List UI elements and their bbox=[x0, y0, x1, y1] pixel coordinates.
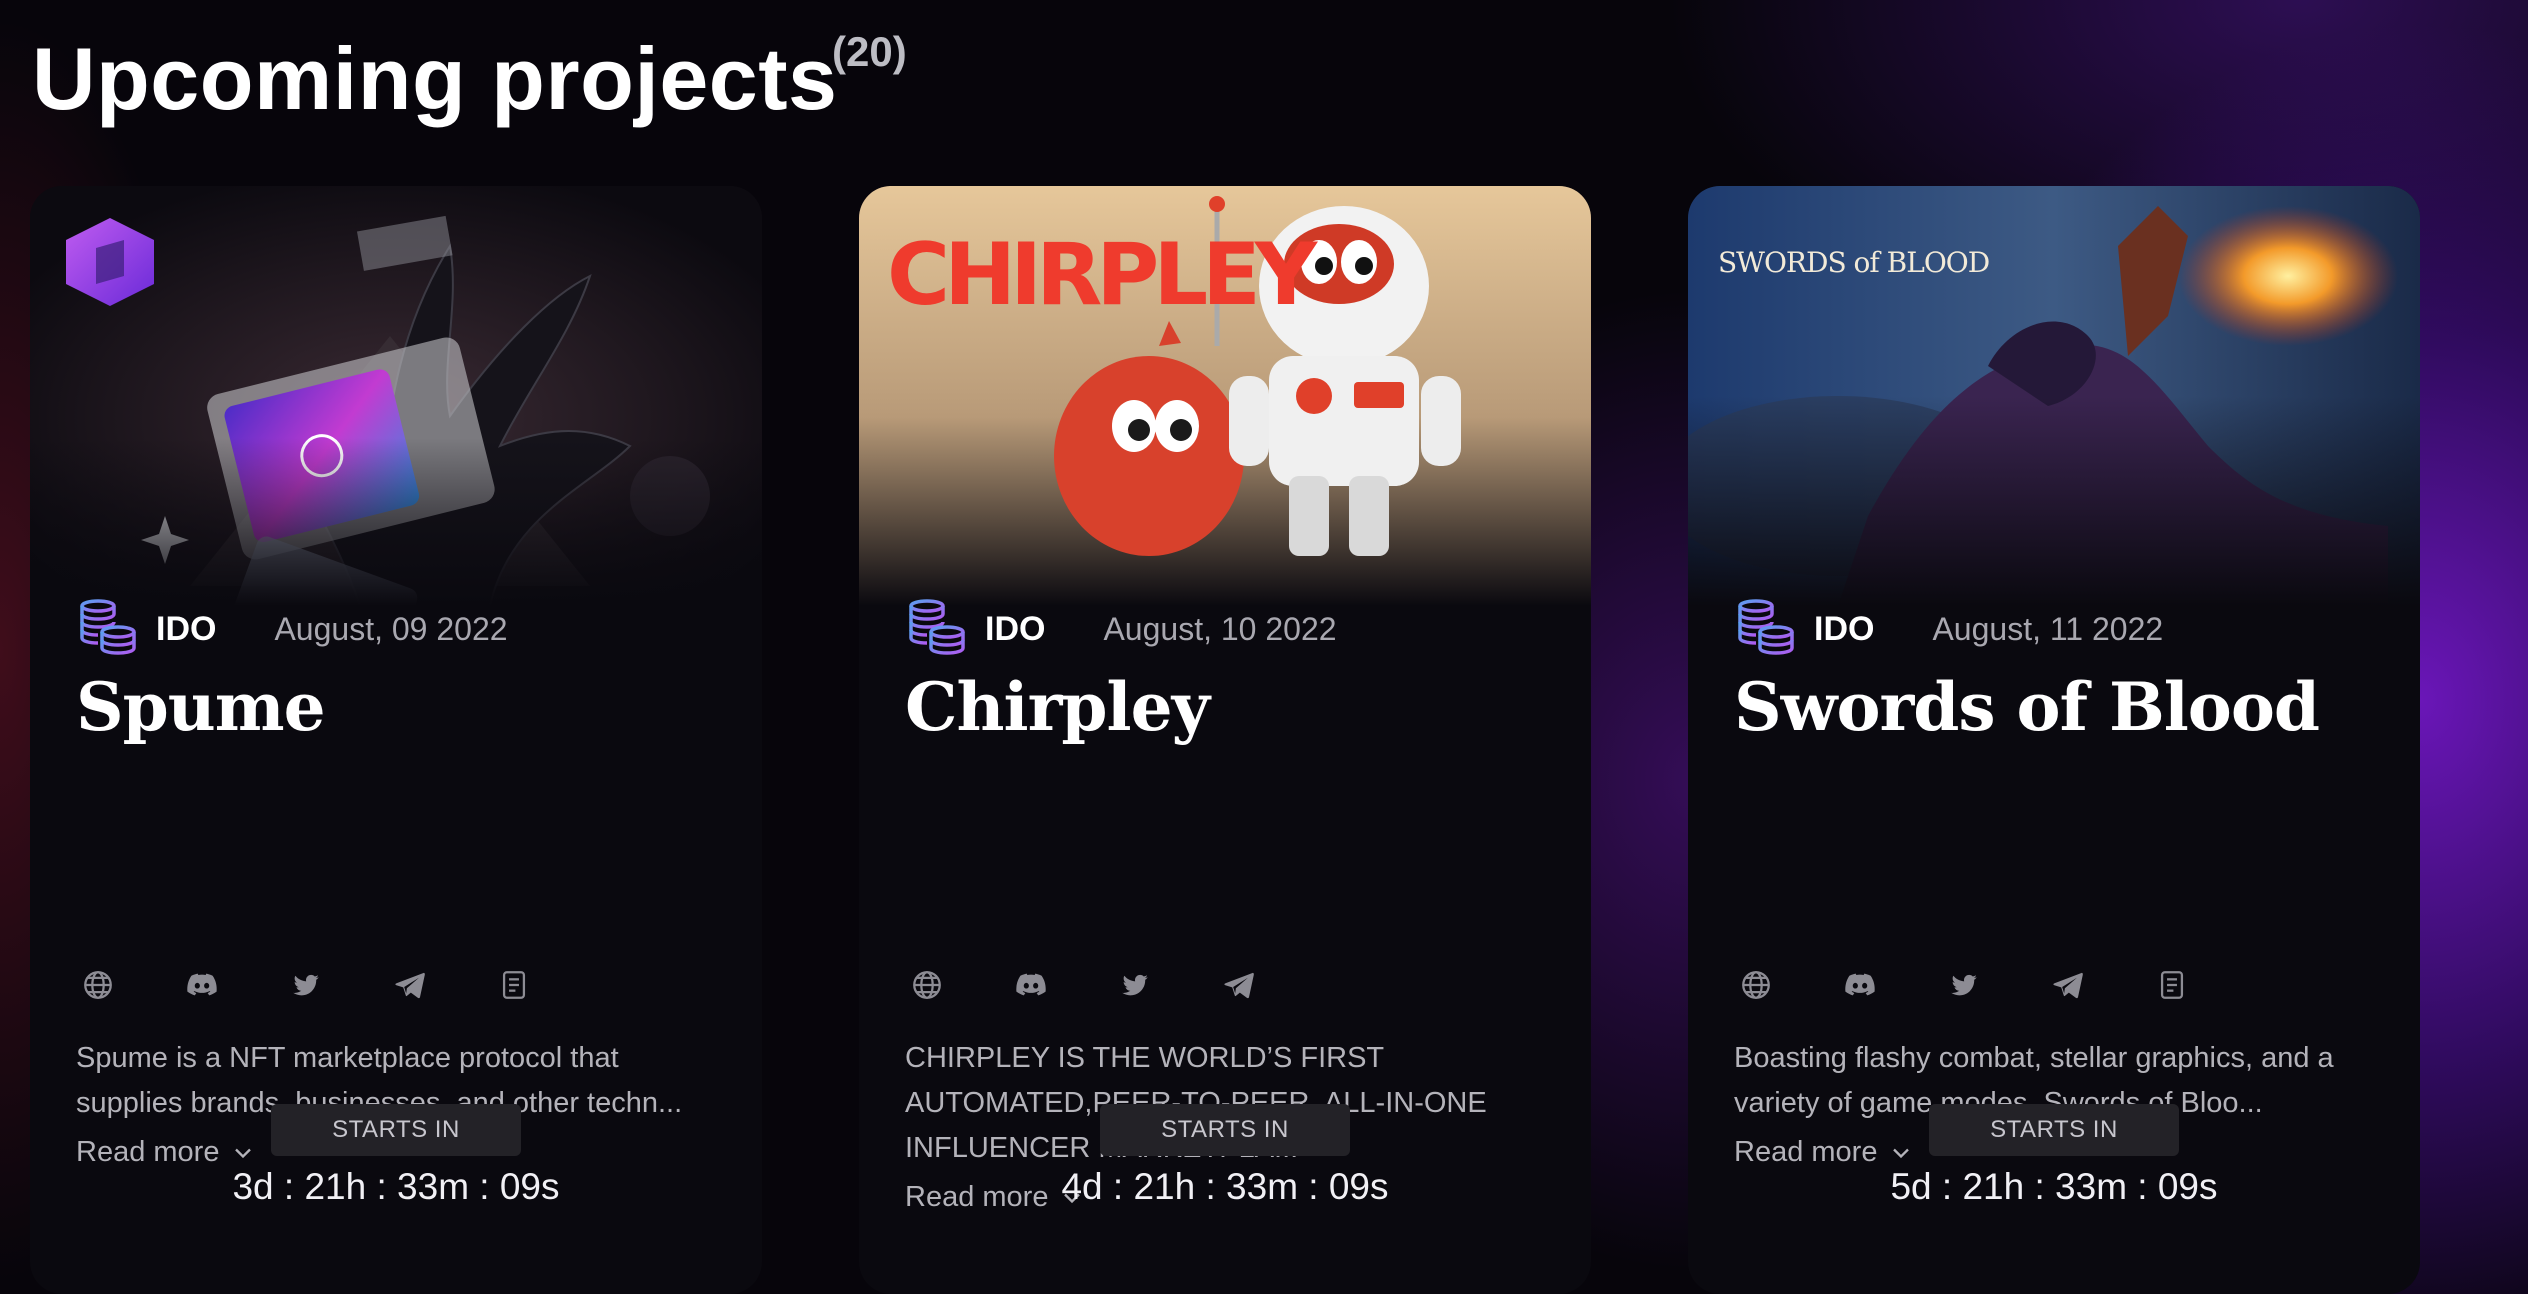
discord-icon[interactable] bbox=[1838, 963, 1882, 1007]
project-banner-image: CHIRPLEY bbox=[859, 186, 1591, 606]
project-name: Chirpley bbox=[905, 668, 1210, 746]
sale-type-label: IDO bbox=[1814, 609, 1875, 648]
page-title: Upcoming projects bbox=[32, 29, 838, 128]
sale-date: August, 09 2022 bbox=[274, 610, 508, 647]
starts-in-badge: STARTS IN bbox=[271, 1104, 521, 1156]
twitter-icon[interactable] bbox=[1942, 963, 1986, 1007]
project-card-spume[interactable]: IDO August, 09 2022 Spume Spume is a NFT… bbox=[30, 186, 762, 1294]
social-links bbox=[76, 962, 596, 1008]
swords-of-blood-logo: SWORDS of BLOOD bbox=[1718, 246, 1989, 279]
countdown-timer: 5d : 21h : 33m : 09s bbox=[1890, 1166, 2218, 1207]
project-banner-image: SWORDS of BLOOD bbox=[1688, 186, 2420, 606]
project-name: Swords of Blood bbox=[1734, 668, 2320, 746]
twitter-icon[interactable] bbox=[1113, 963, 1157, 1007]
sale-type-label: IDO bbox=[156, 609, 217, 648]
telegram-icon[interactable] bbox=[2046, 963, 2090, 1007]
globe-icon[interactable] bbox=[76, 963, 120, 1007]
starts-in-badge: STARTS IN bbox=[1929, 1104, 2179, 1156]
project-card-chirpley[interactable]: CHIRPLEY IDO August, 10 2022 Chirpley CH… bbox=[859, 186, 1591, 1294]
project-count: (20) bbox=[832, 28, 907, 75]
project-meta: IDO August, 09 2022 bbox=[76, 596, 508, 662]
discord-icon[interactable] bbox=[180, 963, 224, 1007]
project-meta: IDO August, 10 2022 bbox=[905, 596, 1337, 662]
countdown-timer: 4d : 21h : 33m : 09s bbox=[1061, 1166, 1389, 1207]
telegram-icon[interactable] bbox=[388, 963, 432, 1007]
sale-date: August, 10 2022 bbox=[1103, 610, 1337, 647]
coins-stack-icon bbox=[80, 599, 136, 655]
project-meta: IDO August, 11 2022 bbox=[1734, 596, 2163, 662]
coins-stack-icon bbox=[909, 599, 965, 655]
telegram-icon[interactable] bbox=[1217, 963, 1261, 1007]
starts-in-badge: STARTS IN bbox=[1100, 1104, 1350, 1156]
twitter-icon[interactable] bbox=[284, 963, 328, 1007]
globe-icon[interactable] bbox=[905, 963, 949, 1007]
document-icon[interactable] bbox=[492, 963, 536, 1007]
description-line: Boasting flashy combat, stellar graphics… bbox=[1734, 1042, 2334, 1074]
globe-icon[interactable] bbox=[1734, 963, 1778, 1007]
coins-stack-icon bbox=[1738, 599, 1794, 655]
chirpley-logo: CHIRPLEY bbox=[887, 225, 1319, 325]
description-line: Spume is a NFT marketplace protocol that bbox=[76, 1042, 619, 1074]
document-icon[interactable] bbox=[2150, 963, 2194, 1007]
description-line: CHIRPLEY IS THE WORLD’S FIRST bbox=[905, 1042, 1385, 1074]
sale-date: August, 11 2022 bbox=[1932, 610, 2164, 647]
social-links bbox=[1734, 962, 2254, 1008]
sale-type-label: IDO bbox=[985, 609, 1046, 648]
project-card-swords-of-blood[interactable]: SWORDS of BLOOD IDO August, 11 2022 Swor… bbox=[1688, 186, 2420, 1294]
countdown-timer: 3d : 21h : 33m : 09s bbox=[232, 1166, 560, 1207]
project-banner-image bbox=[30, 186, 762, 606]
discord-icon[interactable] bbox=[1009, 963, 1053, 1007]
social-links bbox=[905, 962, 1321, 1008]
project-name: Spume bbox=[76, 668, 326, 746]
